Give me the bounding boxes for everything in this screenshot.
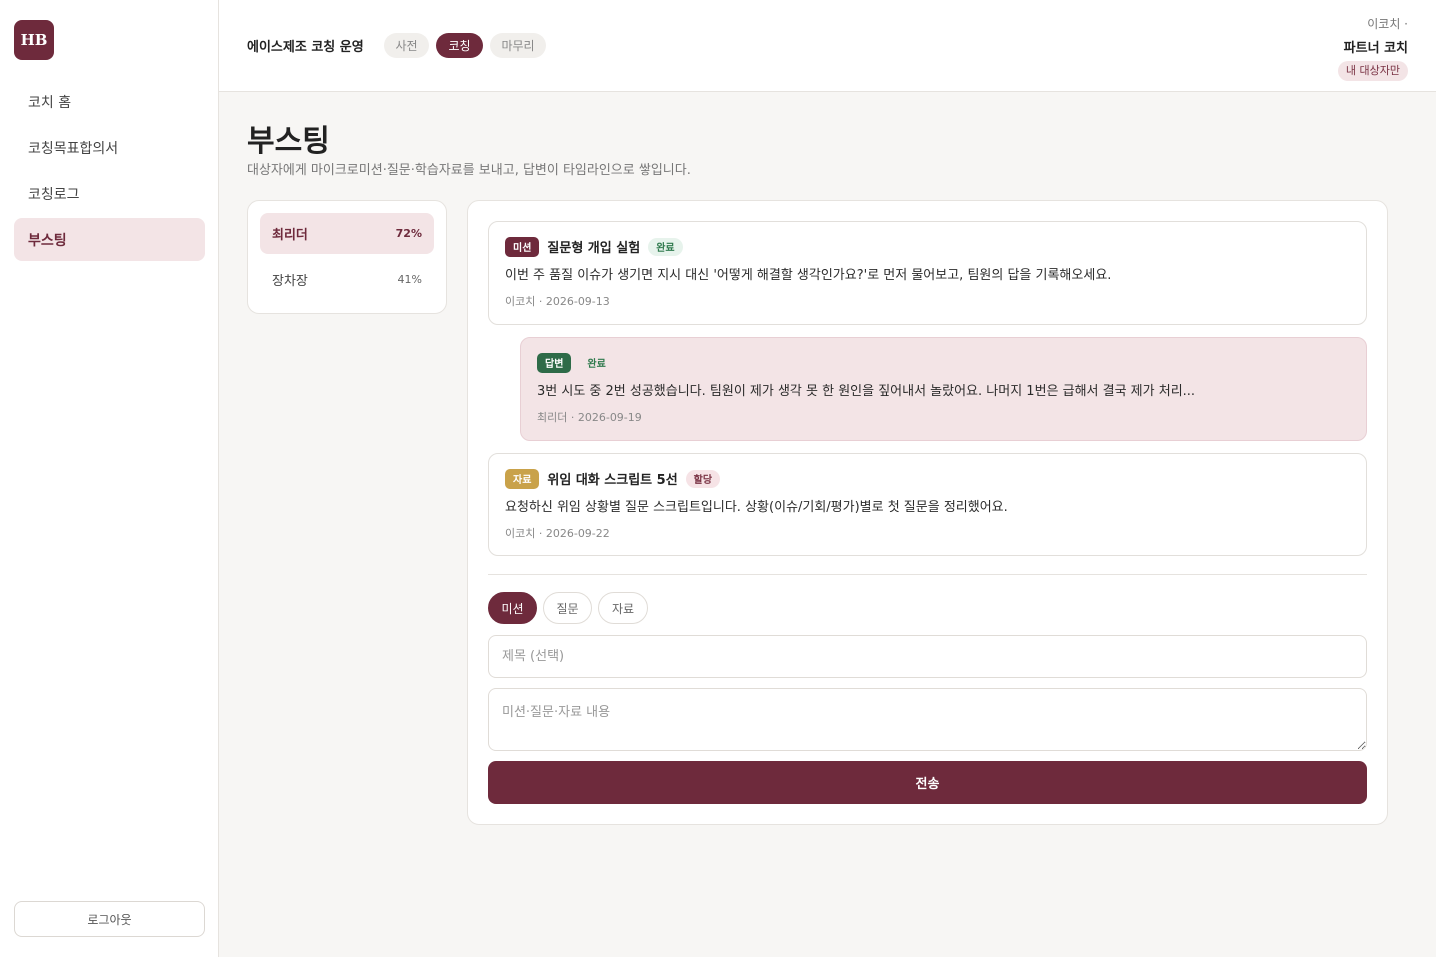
target-name: 장차장	[272, 274, 308, 289]
status-badge: 완료	[648, 237, 683, 256]
timeline-item: 자료 위임 대화 스크립트 5선 할당 요청하신 위임 상황별 질문 스크립트입…	[488, 453, 1367, 556]
item-title: 위임 대화 스크립트 5선	[547, 473, 678, 488]
type-tag-answer: 답변	[537, 352, 572, 373]
sidebar-item-coaching-log[interactable]: 코칭로그	[14, 172, 205, 215]
status-badge: 완료	[587, 359, 606, 370]
type-tag-material: 자료	[505, 468, 540, 489]
item-meta: 최리더 · 2026-09-19	[537, 411, 642, 424]
status-badge: 할당	[685, 469, 721, 488]
target-name: 최리더	[272, 228, 308, 243]
composer-type-mission[interactable]: 미션	[488, 592, 537, 624]
send-button[interactable]: 전송	[488, 761, 1367, 804]
page-subtitle: 대상자에게 마이크로미션·질문·학습자료를 보내고, 답변이 타임라인으로 쌓입…	[247, 163, 691, 178]
timeline-reply: 답변 완료 3번 시도 중 2번 성공했습니다. 팀원이 제가 생각 못 한 원…	[520, 337, 1367, 441]
item-body: 이번 주 품질 이슈가 생기면 지시 대신 '어떻게 해결할 생각인가요?'로 …	[505, 268, 1112, 283]
boosting-panel: 미션 질문형 개입 실험 완료 이번 주 품질 이슈가 생기면 지시 대신 '어…	[467, 200, 1388, 825]
composer-type-material[interactable]: 자료	[598, 592, 648, 624]
item-meta: 이코치 · 2026-09-13	[505, 295, 610, 308]
target-item[interactable]: 장차장 41%	[260, 259, 434, 300]
target-list: 최리더 72% 장차장 41%	[247, 200, 447, 314]
target-item[interactable]: 최리더 72%	[260, 213, 434, 254]
user-name: 이코치 ·	[1367, 17, 1408, 31]
target-progress: 41%	[397, 273, 422, 286]
item-body: 요청하신 위임 상황별 질문 스크립트입니다. 상황(이슈/기회/평가)별로 첫…	[505, 500, 1008, 515]
page-title: 부스팅	[247, 124, 330, 159]
phase-tab-coaching[interactable]: 코칭	[436, 33, 483, 58]
item-meta: 이코치 · 2026-09-22	[505, 527, 610, 540]
target-progress: 72%	[395, 227, 422, 240]
timeline-item: 미션 질문형 개입 실험 완료 이번 주 품질 이슈가 생기면 지시 대신 '어…	[488, 221, 1367, 325]
item-title: 질문형 개입 실험	[547, 241, 641, 256]
sidebar-item-goal-agreement[interactable]: 코칭목표합의서	[14, 126, 205, 169]
sidebar-item-boosting[interactable]: 부스팅	[14, 218, 205, 261]
org-title: 에이스제조 코칭 운영	[247, 40, 364, 55]
divider	[488, 574, 1367, 575]
item-body: 3번 시도 중 2번 성공했습니다. 팀원이 제가 생각 못 한 원인을 짚어내…	[537, 384, 1196, 399]
scope-badge[interactable]: 내 대상자만	[1337, 61, 1408, 81]
sidebar-item-coach-home[interactable]: 코치 홈	[14, 80, 205, 123]
phase-tab-pre[interactable]: 사전	[384, 33, 429, 58]
phase-tab-closing[interactable]: 마무리	[490, 33, 546, 58]
top-header: 에이스제조 코칭 운영 사전 코칭 마무리 이코치 · 파트너 코치 내 대상자…	[219, 0, 1436, 92]
title-input[interactable]	[488, 635, 1367, 678]
composer-type-question[interactable]: 질문	[543, 592, 592, 624]
sidebar-nav: 코치 홈 코칭목표합의서 코칭로그 부스팅	[14, 80, 205, 264]
user-info: 이코치 · 파트너 코치 내 대상자만	[1337, 15, 1408, 81]
brand-logo[interactable]: HB	[14, 20, 54, 60]
sidebar: HB 코치 홈 코칭목표합의서 코칭로그 부스팅 로그아웃	[0, 0, 219, 957]
user-role: 파트너 코치	[1343, 41, 1408, 56]
type-tag-mission: 미션	[505, 236, 540, 257]
content-textarea[interactable]	[488, 688, 1367, 751]
logout-button[interactable]: 로그아웃	[14, 901, 205, 937]
